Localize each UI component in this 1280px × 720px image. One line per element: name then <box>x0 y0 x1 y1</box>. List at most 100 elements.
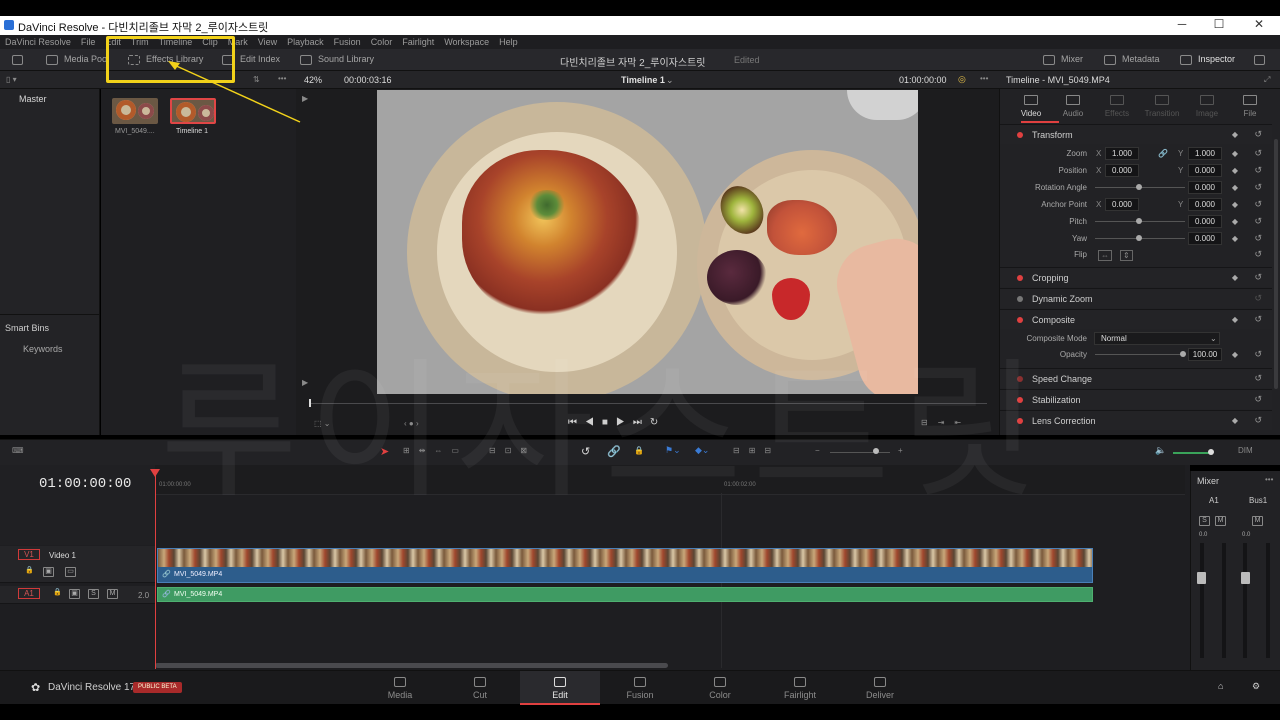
prev-panel-icon[interactable]: ▶ <box>302 94 308 103</box>
composite-section[interactable]: Composite ◆ ↺ <box>1000 309 1272 329</box>
enable-dot[interactable] <box>1017 296 1023 302</box>
enable-dot[interactable] <box>1017 132 1023 138</box>
chevron-down-icon[interactable]: ⌄ <box>666 75 674 86</box>
scrubber-bar[interactable] <box>309 403 987 404</box>
enable-dot[interactable] <box>1017 317 1023 323</box>
tab-audio[interactable]: Audio <box>1054 95 1092 118</box>
video-clip[interactable]: MVI_5049.MP4 🔗 <box>157 548 1093 583</box>
timeline-ruler[interactable]: 01:00:00:00 01:00:02:00 <box>155 465 1185 668</box>
slider-knob[interactable] <box>1136 235 1142 241</box>
metadata-button[interactable]: Metadata <box>1104 54 1160 65</box>
dim-icon[interactable]: DIM <box>1238 446 1253 455</box>
enable-dot[interactable] <box>1017 376 1023 382</box>
menu-view[interactable]: View <box>258 37 277 47</box>
mute-button[interactable]: M <box>1252 516 1263 526</box>
options-icon[interactable]: ••• <box>278 74 286 83</box>
close-button[interactable]: ✕ <box>1245 17 1273 31</box>
lock-icon[interactable]: 🔒 <box>52 589 63 599</box>
mute-button[interactable]: M <box>107 589 118 599</box>
zoom-slider[interactable] <box>830 452 890 453</box>
speed-change-section[interactable]: Speed Change ↺ <box>1000 368 1272 388</box>
video-track-name[interactable]: Video 1 <box>49 551 76 560</box>
reset-icon[interactable]: ↺ <box>1254 129 1262 140</box>
composite-mode-select[interactable]: Normal <box>1094 332 1220 345</box>
enable-dot[interactable] <box>1017 397 1023 403</box>
transform-overlay-icon[interactable]: ⬚ ⌄ <box>314 419 330 428</box>
page-deliver[interactable]: Deliver <box>840 671 920 705</box>
dynamic-zoom-section[interactable]: Dynamic Zoom ↺ <box>1000 288 1272 308</box>
inspector-expand-icon[interactable]: ⤢ <box>1264 75 1270 85</box>
mute-button[interactable]: M <box>1215 516 1226 526</box>
viewer-right-controls[interactable]: ⊟⇥⇤ <box>921 418 971 427</box>
zoom-knob[interactable] <box>873 448 879 454</box>
media-pool-button[interactable]: Media Pool <box>46 54 109 65</box>
clip-thumbnail[interactable] <box>112 98 158 124</box>
zoom-y-field[interactable]: 1.000 <box>1188 147 1222 160</box>
master-bin[interactable]: Master <box>19 94 47 104</box>
minimize-button[interactable]: ─ <box>1168 17 1196 31</box>
sort-icon[interactable]: ⇅ <box>253 75 260 84</box>
menu-fusion[interactable]: Fusion <box>334 37 361 47</box>
video-track-tag[interactable]: V1 <box>18 549 40 560</box>
opacity-field[interactable]: 100.00 <box>1188 348 1222 361</box>
slider-knob[interactable] <box>1136 184 1142 190</box>
anchor-y-field[interactable]: 0.000 <box>1188 198 1222 211</box>
audio-clip[interactable]: 🔗 MVI_5049.MP4 <box>157 587 1093 602</box>
auto-select-icon[interactable]: ▣ <box>43 567 54 577</box>
flip-vertical-icon[interactable]: ⇕ <box>1120 250 1133 261</box>
playhead-handle[interactable] <box>150 469 160 477</box>
menu-fairlight[interactable]: Fairlight <box>402 37 434 47</box>
selection-tool-icon[interactable]: ➤ <box>380 445 389 458</box>
rotation-field[interactable]: 0.000 <box>1188 181 1222 194</box>
expand-icon[interactable] <box>1254 54 1271 65</box>
keyframe-icon[interactable]: ◆ <box>1232 130 1238 139</box>
maximize-button[interactable]: ☐ <box>1205 17 1233 31</box>
playhead[interactable] <box>155 469 156 669</box>
menu-davinci[interactable]: DaVinci Resolve <box>5 37 71 47</box>
solo-button[interactable]: S <box>88 589 99 599</box>
settings-gear-icon[interactable]: ⚙ <box>1252 681 1260 692</box>
enable-dot[interactable] <box>1017 275 1023 281</box>
opacity-slider[interactable] <box>1095 354 1185 355</box>
slider-knob[interactable] <box>1136 218 1142 224</box>
marker-icon[interactable]: ◆⌄ <box>695 445 709 456</box>
linked-selection-icon[interactable]: 🔗 <box>607 445 621 458</box>
bus1-fader[interactable] <box>1241 572 1250 584</box>
menu-workspace[interactable]: Workspace <box>444 37 489 47</box>
volume-knob[interactable] <box>1208 449 1214 455</box>
tab-effects[interactable]: Effects <box>1098 95 1136 118</box>
transform-section[interactable]: Transform ◆ ↺ <box>1000 124 1272 144</box>
timeline-scrollbar[interactable] <box>155 663 668 668</box>
timeline-view-icon[interactable]: ⌨ <box>12 446 24 455</box>
solo-button[interactable]: S <box>1199 516 1210 526</box>
volume-slider[interactable] <box>1173 452 1213 454</box>
zoom-in-icon[interactable]: + <box>898 446 903 455</box>
tab-transition[interactable]: Transition <box>1143 95 1181 118</box>
anchor-x-field[interactable]: 0.000 <box>1105 198 1139 211</box>
sound-library-button[interactable]: Sound Library <box>300 54 374 65</box>
menu-playback[interactable]: Playback <box>287 37 324 47</box>
insert-tools-icons[interactable]: ⊟⊡⊠ <box>489 446 536 455</box>
next-panel-icon[interactable]: ▶ <box>302 378 308 387</box>
position-x-field[interactable]: 0.000 <box>1105 164 1139 177</box>
viewer-options-icon[interactable]: ••• <box>980 74 988 83</box>
scrubber-head[interactable] <box>309 399 311 407</box>
page-edit[interactable]: Edit <box>520 671 600 705</box>
page-color[interactable]: Color <box>680 671 760 705</box>
track-visibility-icon[interactable]: ▭ <box>65 567 76 577</box>
page-fairlight[interactable]: Fairlight <box>760 671 840 705</box>
zoom-tools-icons[interactable]: ⊟⊞⊟ <box>733 446 780 455</box>
flip-horizontal-icon[interactable]: ⇔ <box>1098 250 1112 261</box>
page-fusion[interactable]: Fusion <box>600 671 680 705</box>
timeline-name[interactable]: Timeline 1 <box>621 75 665 85</box>
menu-color[interactable]: Color <box>371 37 393 47</box>
sync-icon[interactable]: ◎ <box>958 74 966 85</box>
position-y-field[interactable]: 0.000 <box>1188 164 1222 177</box>
enable-dot[interactable] <box>1017 418 1023 424</box>
inspector-button[interactable]: Inspector <box>1180 54 1235 65</box>
menu-file[interactable]: File <box>81 37 96 47</box>
page-cut[interactable]: Cut <box>440 671 520 705</box>
cropping-section[interactable]: Cropping ◆ ↺ <box>1000 267 1272 287</box>
chevron-down-icon[interactable]: ⌄ <box>1210 334 1217 343</box>
lock-icon[interactable]: 🔒 <box>24 567 35 577</box>
